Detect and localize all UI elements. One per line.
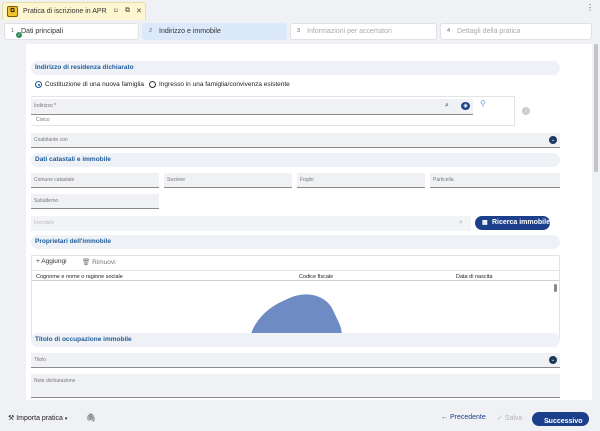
section-titolo: Titolo di occupazione immobile <box>31 333 560 347</box>
app-badge-icon: ⧉ <box>7 6 18 17</box>
section-proprietari: Proprietari dell'immobile <box>31 235 560 249</box>
building-icon: ▦ <box>482 220 488 226</box>
search-icon: ⌕ <box>459 219 463 226</box>
radio-nuova-famiglia-label: Costituzione di una nuova famiglia <box>45 81 145 88</box>
view-icon[interactable]: ◉ <box>459 99 473 115</box>
rimuovi-button[interactable]: 🗑 Rimuovi <box>82 258 116 266</box>
salva-button[interactable]: ✓ Salva <box>497 414 522 422</box>
info-icon[interactable]: i <box>522 107 530 115</box>
indirizzo-field[interactable]: Indirizzo * ⌕ <box>31 99 459 115</box>
immobile-field: Immobile ⌕ <box>31 216 471 231</box>
civico-label: Civico <box>36 117 50 123</box>
column-header[interactable]: Codice fiscale <box>299 274 333 280</box>
table-header: Cognome e nome o ragione sociale Codice … <box>32 270 559 281</box>
ricerca-immobile-button[interactable]: ▦ Ricerca immobile <box>475 216 550 230</box>
chevron-down-icon: ⌄ <box>549 136 557 144</box>
search-icon[interactable]: ⌕ <box>445 102 449 110</box>
sezione-field[interactable]: Sezione <box>164 173 292 188</box>
subalterno-field[interactable]: Subalterno <box>31 194 159 209</box>
window-tab[interactable]: ⧉ Pratica di iscrizione in APR ⌑ ⧉ ✕ <box>2 2 146 20</box>
section-catastali: Dati catastali e immobile <box>31 153 560 167</box>
step-indirizzo-immobile[interactable]: 2 Indirizzo e immobile <box>142 23 287 40</box>
tab-title: Pratica di iscrizione in APR <box>23 8 107 15</box>
bookmark-icon[interactable]: ⌑ <box>114 7 118 15</box>
step-dettagli-pratica[interactable]: 4 Dettagli della pratica <box>440 23 592 40</box>
aggiungi-button[interactable]: + Aggiungi <box>36 258 67 265</box>
step-dati-principali[interactable]: 1 ✓ Dati principali <box>4 23 139 40</box>
arrow-right-icon: → <box>544 418 551 425</box>
indirizzo-label: Indirizzo * <box>34 103 56 109</box>
chevron-down-icon: ▾ <box>64 416 68 422</box>
note-dichiarazione-textarea[interactable]: Note dichiarazione <box>31 374 560 398</box>
column-header[interactable]: Data di nascita <box>456 274 492 280</box>
window-menu-icon[interactable]: ⋮ <box>586 3 594 12</box>
coabitante-select[interactable]: Coabitante con ⌄ <box>31 133 560 148</box>
attachment-icon[interactable]: 🖇 <box>86 413 96 422</box>
proprietari-table: + Aggiungi 🗑 Rimuovi Cognome e nome o ra… <box>31 255 560 341</box>
table-scrollbar[interactable] <box>554 284 557 292</box>
importa-pratica-button[interactable]: ⚒ Importa pratica ▾ <box>8 414 67 422</box>
magic-wand-icon: ⚒ <box>8 415 15 422</box>
chevron-down-icon: ⌄ <box>549 356 557 364</box>
close-tab-icon[interactable]: ✕ <box>136 7 142 15</box>
column-header[interactable]: Cognome e nome o ragione sociale <box>36 274 123 280</box>
radio-nuova-famiglia[interactable] <box>35 81 42 88</box>
particella-field[interactable]: Particella <box>430 173 560 188</box>
successivo-button[interactable]: Successivo → <box>532 412 589 426</box>
open-external-icon[interactable]: ⧉ <box>125 7 130 15</box>
precedente-button[interactable]: ← Precedente <box>441 414 486 421</box>
step-informazioni-accertatori[interactable]: 3 Informazioni per accertatori <box>290 23 437 40</box>
radio-famiglia-esistente-label: Ingresso in una famiglia/convivenza esis… <box>159 81 290 88</box>
form-panel: Indirizzo di residenza dichiarato Costit… <box>26 44 592 400</box>
map-pin-icon[interactable]: ⚲ <box>480 99 486 108</box>
page-scrollbar[interactable] <box>594 44 598 172</box>
foglio-field[interactable]: Foglio <box>297 173 425 188</box>
section-residenza: Indirizzo di residenza dichiarato <box>31 61 560 75</box>
radio-famiglia-esistente[interactable] <box>149 81 156 88</box>
titolo-select[interactable]: Titolo ⌄ <box>31 353 560 368</box>
comune-catastale-field[interactable]: Comune catastale <box>31 173 159 188</box>
